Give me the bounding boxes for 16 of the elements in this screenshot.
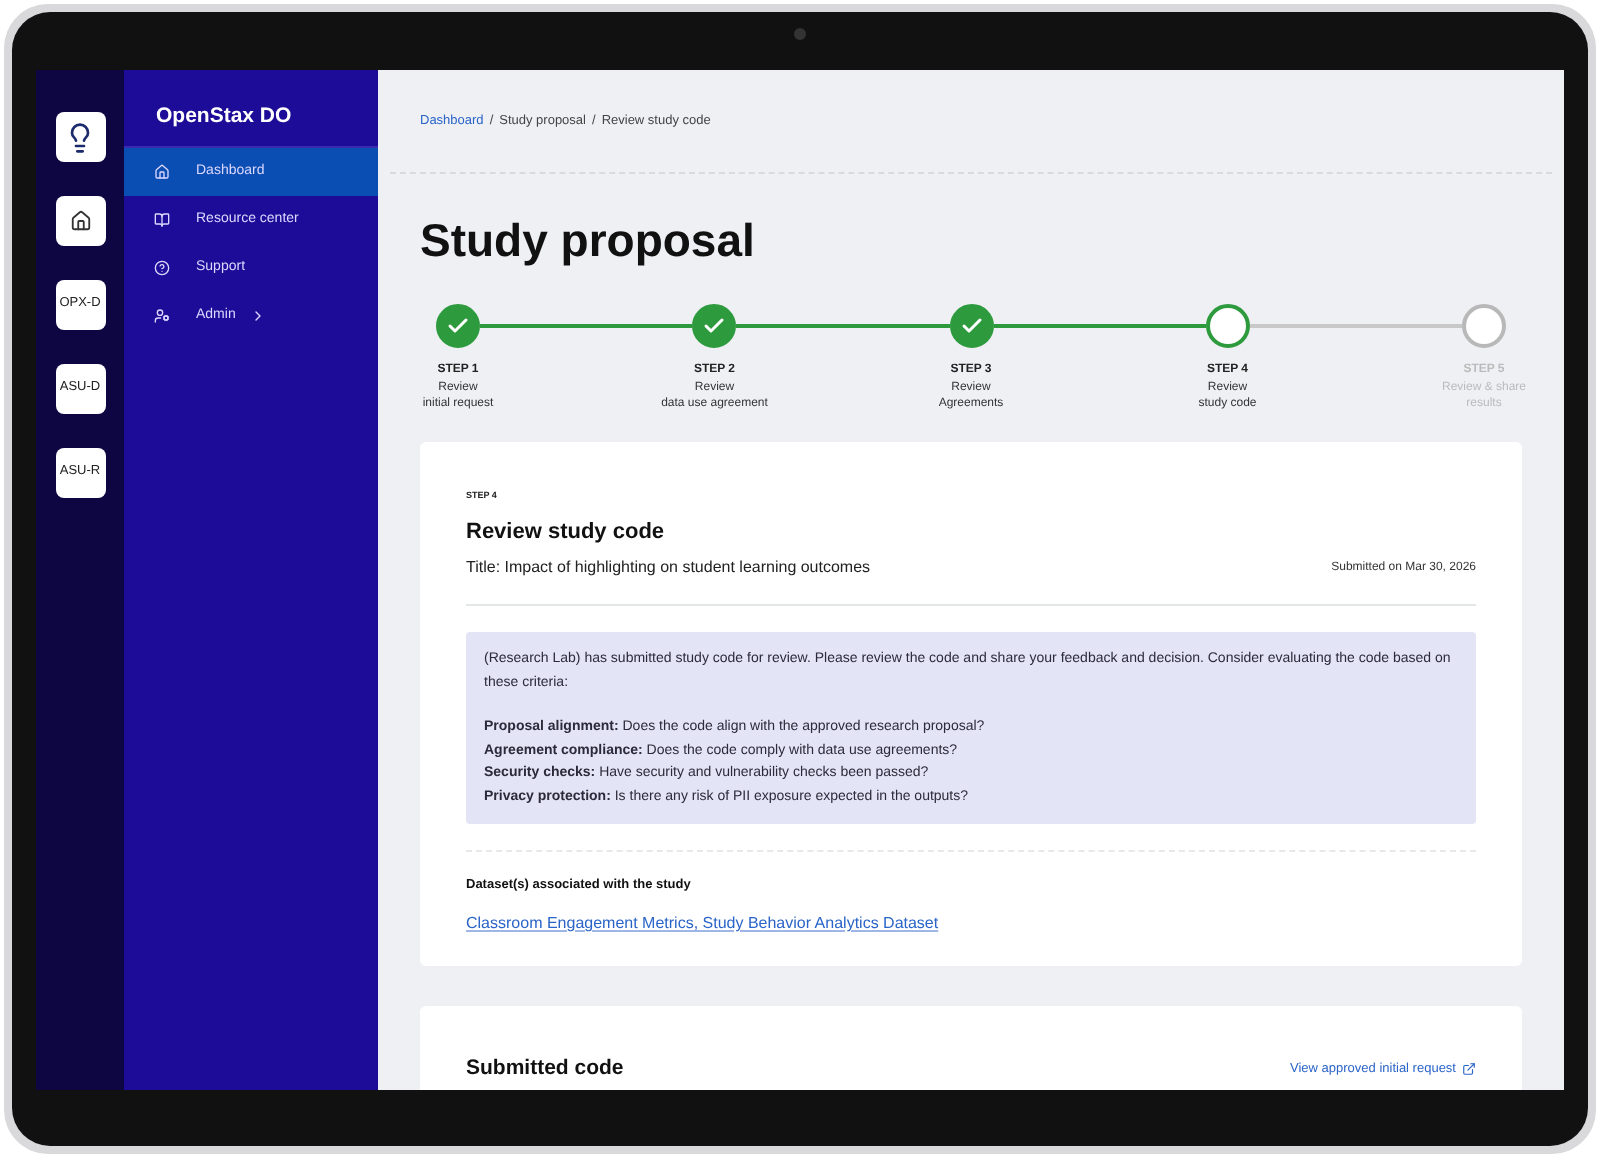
home-button[interactable] [55,196,105,246]
home-icon [69,210,91,232]
check-icon [959,314,983,338]
sidebar-title: OpenStax DO [156,102,292,133]
nav-icon [154,260,170,276]
card-heading: Submitted code [466,1054,624,1084]
page-title: Study proposal [420,218,757,264]
check-icon [446,314,470,338]
nav-icon [154,308,170,324]
study-title: Title: Impact of highlighting on student learning outcomes [466,556,871,581]
card-heading: Review study code [466,517,667,548]
external-link-icon [1462,1062,1476,1077]
nav-icon [154,212,170,228]
datasets-link[interactable]: Classroom Engagement Metrics, Study Behavior Analytics Dataset [466,912,1476,936]
nav-icon [154,164,170,180]
check-icon [702,314,727,338]
